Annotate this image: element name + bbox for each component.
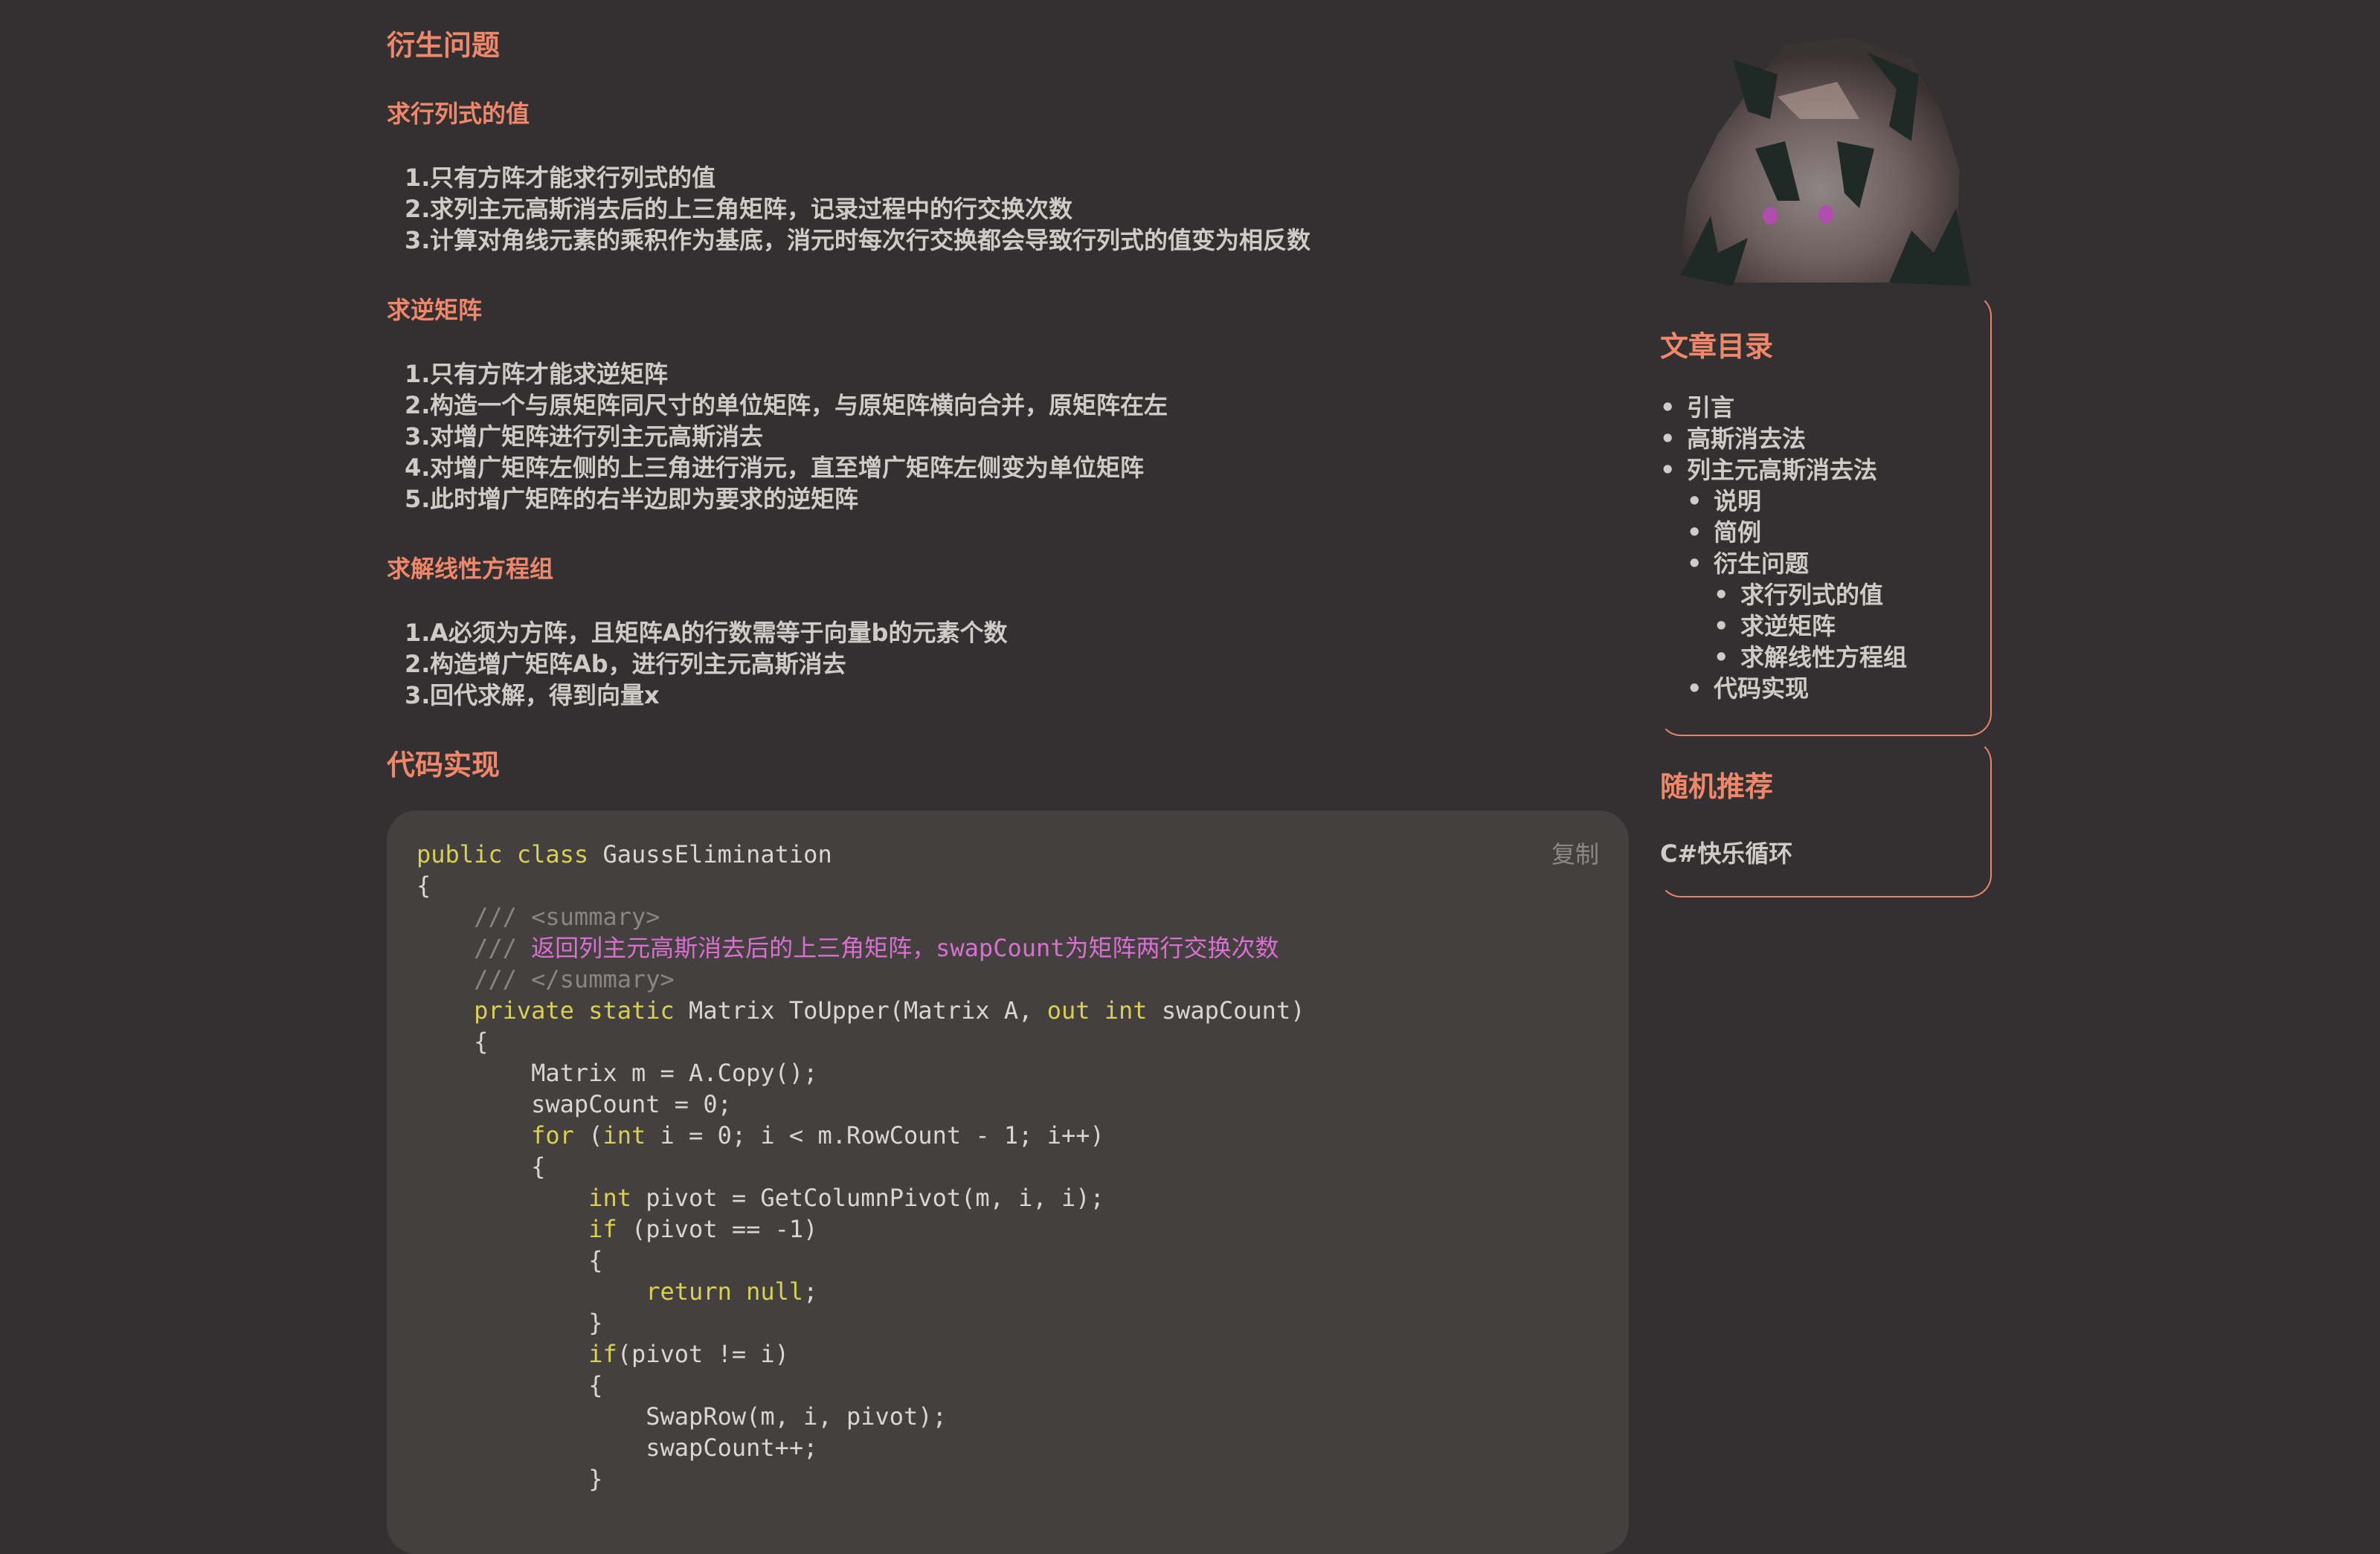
code-line: } (416, 1465, 603, 1493)
toc-item[interactable]: • 求解线性方程组 (1660, 642, 1907, 673)
bullet-icon: • (1714, 581, 1729, 609)
list-item: 2.构造一个与原矩阵同尺寸的单位矩阵，与原矩阵横向合并，原矩阵在左 (405, 391, 1168, 419)
bullet-icon: • (1687, 674, 1702, 703)
code-line: /// 返回列主元高斯消去后的上三角矩阵，swapCount为矩阵两行交换次数 (416, 934, 1279, 962)
code-line: for (int i = 0; i < m.RowCount - 1; i++) (416, 1121, 1104, 1150)
bullet-icon: • (1660, 425, 1676, 453)
code-line: } (416, 1309, 603, 1337)
bullet-icon: • (1660, 393, 1676, 422)
linear-steps: 1.A必须为方阵，且矩阵A的行数需等于向量b的元素个数 2.构造增广矩阵Ab，进… (387, 617, 1007, 711)
toc-item[interactable]: • 简例 (1660, 517, 1907, 548)
code-line: { (416, 1028, 489, 1056)
code-line: SwapRow(m, i, pivot); (416, 1402, 947, 1431)
list-item: 4.对增广矩阵左侧的上三角进行消元，直至增广矩阵左侧变为单位矩阵 (405, 454, 1145, 482)
toc-item[interactable]: • 代码实现 (1660, 673, 1907, 704)
determinant-steps: 1.只有方阵才能求行列式的值 2.求列主元高斯消去后的上三角矩阵，记录过程中的行… (387, 162, 1310, 256)
list-item: 1.只有方阵才能求逆矩阵 (405, 360, 669, 388)
code-line: { (416, 1246, 603, 1274)
bullet-icon: • (1714, 643, 1729, 671)
code-block: 复制 public class GaussElimination { /// <s… (387, 810, 1629, 1554)
code-text: public class GaussElimination { /// <summ… (416, 839, 1305, 1495)
bullet-icon: • (1687, 518, 1702, 547)
code-line: return null; (416, 1277, 818, 1306)
toc-item[interactable]: • 引言 (1660, 392, 1907, 423)
table-of-contents: • 引言 • 高斯消去法 • 列主元高斯消去法 • 说明 • 简例 • 衍生问题 • 求行列式的值 • 求逆矩… (1660, 392, 1907, 704)
code-line: swapCount = 0; (416, 1090, 732, 1118)
code-line: { (416, 1152, 546, 1181)
bullet-icon: • (1687, 487, 1702, 515)
code-line: { (416, 1371, 603, 1399)
list-item: 3.计算对角线元素的乘积作为基底，消元时每次行交换都会导致行列式的值变为相反数 (405, 226, 1311, 254)
code-line: if(pivot != i) (416, 1340, 789, 1368)
code-line: swapCount++; (416, 1434, 818, 1462)
list-item: 2.求列主元高斯消去后的上三角矩阵，记录过程中的行交换次数 (405, 195, 1073, 223)
bullet-icon: • (1660, 456, 1676, 484)
heading-code: 代码实现 (387, 749, 501, 781)
toc-item[interactable]: • 衍生问题 (1660, 548, 1907, 579)
code-line: public class GaussElimination (416, 840, 832, 868)
list-item: 3.回代求解，得到向量x (405, 681, 660, 709)
code-line: if (pivot == -1) (416, 1215, 818, 1243)
heading-derived: 衍生问题 (387, 29, 501, 62)
random-link[interactable]: C#快乐循环 (1660, 835, 1792, 869)
list-item: 1.只有方阵才能求行列式的值 (405, 164, 716, 192)
code-line: /// </summary> (416, 965, 675, 993)
bullet-icon: • (1687, 549, 1702, 578)
code-line: /// <summary> (416, 903, 660, 931)
random-title: 随机推荐 (1660, 770, 1774, 803)
heading-inverse: 求逆矩阵 (387, 296, 483, 324)
code-line: int pivot = GetColumnPivot(m, i, i); (416, 1184, 1104, 1212)
toc-item[interactable]: • 说明 (1660, 486, 1907, 517)
list-item: 1.A必须为方阵，且矩阵A的行数需等于向量b的元素个数 (405, 619, 1008, 647)
list-item: 2.构造增广矩阵Ab，进行列主元高斯消去 (405, 650, 846, 678)
inverse-steps: 1.只有方阵才能求逆矩阵 2.构造一个与原矩阵同尺寸的单位矩阵，与原矩阵横向合并… (387, 358, 1168, 515)
bullet-icon: • (1714, 612, 1729, 640)
list-item: 3.对增广矩阵进行列主元高斯消去 (405, 422, 764, 451)
heading-linear: 求解线性方程组 (387, 555, 554, 583)
code-line: Matrix m = A.Copy(); (416, 1059, 818, 1087)
heading-determinant: 求行列式的值 (387, 100, 530, 128)
code-line: private static Matrix ToUpper(Matrix A, … (416, 996, 1305, 1025)
random-card: 随机推荐 C#快乐循环 (1659, 740, 1992, 897)
toc-item[interactable]: • 求行列式的值 (1660, 579, 1907, 610)
avatar-image (1681, 37, 1971, 286)
toc-item[interactable]: • 高斯消去法 (1660, 423, 1907, 454)
toc-item[interactable]: • 列主元高斯消去法 (1660, 454, 1907, 486)
list-item: 5.此时增广矩阵的右半边即为要求的逆矩阵 (405, 485, 859, 513)
code-line: { (416, 871, 431, 900)
toc-card: 文章目录 • 引言 • 高斯消去法 • 列主元高斯消去法 • 说明 • 简例 • 衍生问题 • 求行列式的… (1659, 294, 1992, 736)
toc-title: 文章目录 (1660, 330, 1774, 363)
copy-button[interactable]: 复制 (1551, 836, 1599, 870)
toc-item[interactable]: • 求逆矩阵 (1660, 610, 1907, 642)
